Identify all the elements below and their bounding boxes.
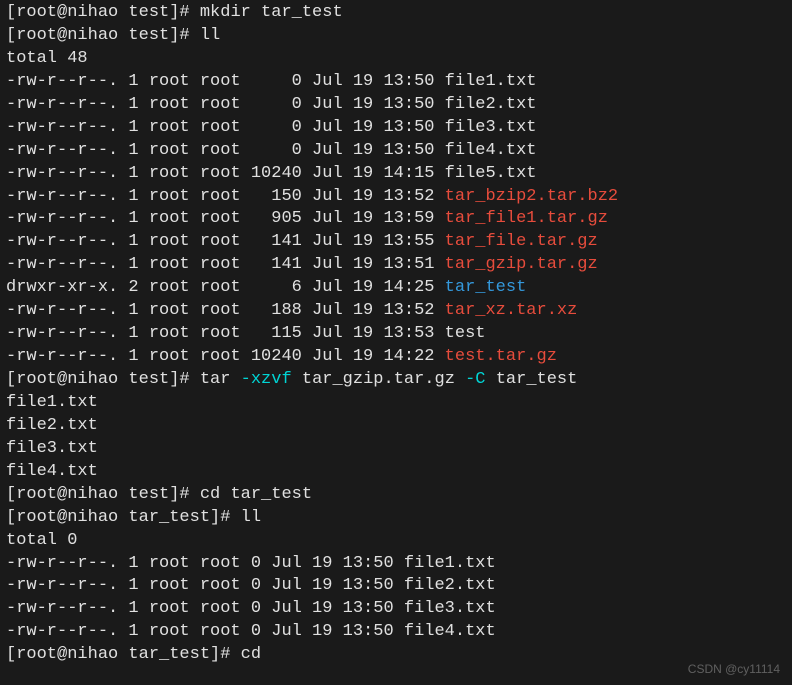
file-perms: -rw-r--r--. 1 root root 0 Jul 19 13:50 (6, 576, 404, 595)
file-perms: -rw-r--r--. 1 root root 10240 Jul 19 14:… (6, 347, 445, 366)
file-perms: -rw-r--r--. 1 root root 141 Jul 19 13:55 (6, 232, 445, 251)
file-row: drwxr-xr-x. 2 root root 6 Jul 19 14:25 t… (6, 277, 786, 300)
file-perms: -rw-r--r--. 1 root root 150 Jul 19 13:52 (6, 187, 445, 206)
file-row: -rw-r--r--. 1 root root 0 Jul 19 13:50 f… (6, 71, 786, 94)
file-row: -rw-r--r--. 1 root root 0 Jul 19 13:50 f… (6, 621, 786, 644)
command-text: cd (241, 645, 261, 664)
command-text: ll (241, 508, 261, 527)
file-row: -rw-r--r--. 1 root root 115 Jul 19 13:53… (6, 323, 786, 346)
file-name: tar_file.tar.gz (445, 232, 598, 251)
extracted-file: file2.txt (6, 415, 786, 438)
tar-option: -C (465, 370, 496, 389)
file-name: tar_bzip2.tar.bz2 (445, 187, 618, 206)
file-row: -rw-r--r--. 1 root root 905 Jul 19 13:59… (6, 208, 786, 231)
file-perms: -rw-r--r--. 1 root root 0 Jul 19 13:50 (6, 95, 445, 114)
file-name: file3.txt (445, 118, 537, 137)
file-name: file1.txt (404, 554, 496, 573)
file-row: -rw-r--r--. 1 root root 0 Jul 19 13:50 f… (6, 94, 786, 117)
command-text: cd tar_test (200, 485, 312, 504)
file-perms: -rw-r--r--. 1 root root 141 Jul 19 13:51 (6, 255, 445, 274)
shell-prompt: [root@nihao tar_test]# (6, 645, 241, 664)
file-name: file3.txt (404, 599, 496, 618)
file-row: -rw-r--r--. 1 root root 0 Jul 19 13:50 f… (6, 575, 786, 598)
file-perms: -rw-r--r--. 1 root root 0 Jul 19 13:50 (6, 118, 445, 137)
file-row: -rw-r--r--. 1 root root 0 Jul 19 13:50 f… (6, 117, 786, 140)
file-name: file4.txt (445, 141, 537, 160)
file-perms: -rw-r--r--. 1 root root 115 Jul 19 13:53 (6, 324, 445, 343)
shell-prompt: [root@nihao test]# (6, 3, 200, 22)
file-perms: -rw-r--r--. 1 root root 0 Jul 19 13:50 (6, 599, 404, 618)
tar-dest-arg: tar_test (496, 370, 578, 389)
shell-prompt: [root@nihao tar_test]# (6, 508, 241, 527)
file-row: -rw-r--r--. 1 root root 10240 Jul 19 14:… (6, 163, 786, 186)
file-name: tar_gzip.tar.gz (445, 255, 598, 274)
file-row: -rw-r--r--. 1 root root 141 Jul 19 13:51… (6, 254, 786, 277)
file-name: tar_file1.tar.gz (445, 209, 608, 228)
file-name: tar_xz.tar.xz (445, 301, 578, 320)
file-perms: drwxr-xr-x. 2 root root 6 Jul 19 14:25 (6, 278, 445, 297)
prompt-line[interactable]: [root@nihao test]# mkdir tar_test (6, 2, 786, 25)
file-name: file1.txt (445, 72, 537, 91)
prompt-line[interactable]: [root@nihao tar_test]# ll (6, 507, 786, 530)
command-text: mkdir tar_test (200, 3, 343, 22)
file-perms: -rw-r--r--. 1 root root 0 Jul 19 13:50 (6, 72, 445, 91)
file-perms: -rw-r--r--. 1 root root 0 Jul 19 13:50 (6, 554, 404, 573)
prompt-line[interactable]: [root@nihao tar_test]# cd (6, 644, 786, 667)
command-text: tar (200, 370, 241, 389)
watermark-text: CSDN @cy11114 (688, 661, 780, 677)
prompt-line[interactable]: [root@nihao test]# tar -xzvf tar_gzip.ta… (6, 369, 786, 392)
shell-prompt: [root@nihao test]# (6, 26, 200, 45)
file-perms: -rw-r--r--. 1 root root 0 Jul 19 13:50 (6, 141, 445, 160)
file-name: tar_test (445, 278, 527, 297)
file-name: test.tar.gz (445, 347, 557, 366)
total-line: total 48 (6, 48, 786, 71)
file-name: test (445, 324, 486, 343)
file-perms: -rw-r--r--. 1 root root 0 Jul 19 13:50 (6, 622, 404, 641)
file-name: file2.txt (445, 95, 537, 114)
file-row: -rw-r--r--. 1 root root 141 Jul 19 13:55… (6, 231, 786, 254)
file-row: -rw-r--r--. 1 root root 0 Jul 19 13:50 f… (6, 553, 786, 576)
file-name: file2.txt (404, 576, 496, 595)
file-perms: -rw-r--r--. 1 root root 188 Jul 19 13:52 (6, 301, 445, 320)
shell-prompt: [root@nihao test]# (6, 485, 200, 504)
extracted-file: file3.txt (6, 438, 786, 461)
prompt-line[interactable]: [root@nihao test]# ll (6, 25, 786, 48)
extracted-file: file1.txt (6, 392, 786, 415)
prompt-line[interactable]: [root@nihao test]# cd tar_test (6, 484, 786, 507)
total-line: total 0 (6, 530, 786, 553)
file-perms: -rw-r--r--. 1 root root 10240 Jul 19 14:… (6, 164, 445, 183)
file-name: file5.txt (445, 164, 537, 183)
file-row: -rw-r--r--. 1 root root 188 Jul 19 13:52… (6, 300, 786, 323)
file-row: -rw-r--r--. 1 root root 0 Jul 19 13:50 f… (6, 140, 786, 163)
file-row: -rw-r--r--. 1 root root 0 Jul 19 13:50 f… (6, 598, 786, 621)
file-perms: -rw-r--r--. 1 root root 905 Jul 19 13:59 (6, 209, 445, 228)
command-text: ll (200, 26, 220, 45)
shell-prompt: [root@nihao test]# (6, 370, 200, 389)
tar-file-arg: tar_gzip.tar.gz (302, 370, 465, 389)
tar-option: -xzvf (241, 370, 302, 389)
extracted-file: file4.txt (6, 461, 786, 484)
file-name: file4.txt (404, 622, 496, 641)
file-row: -rw-r--r--. 1 root root 150 Jul 19 13:52… (6, 186, 786, 209)
file-row: -rw-r--r--. 1 root root 10240 Jul 19 14:… (6, 346, 786, 369)
